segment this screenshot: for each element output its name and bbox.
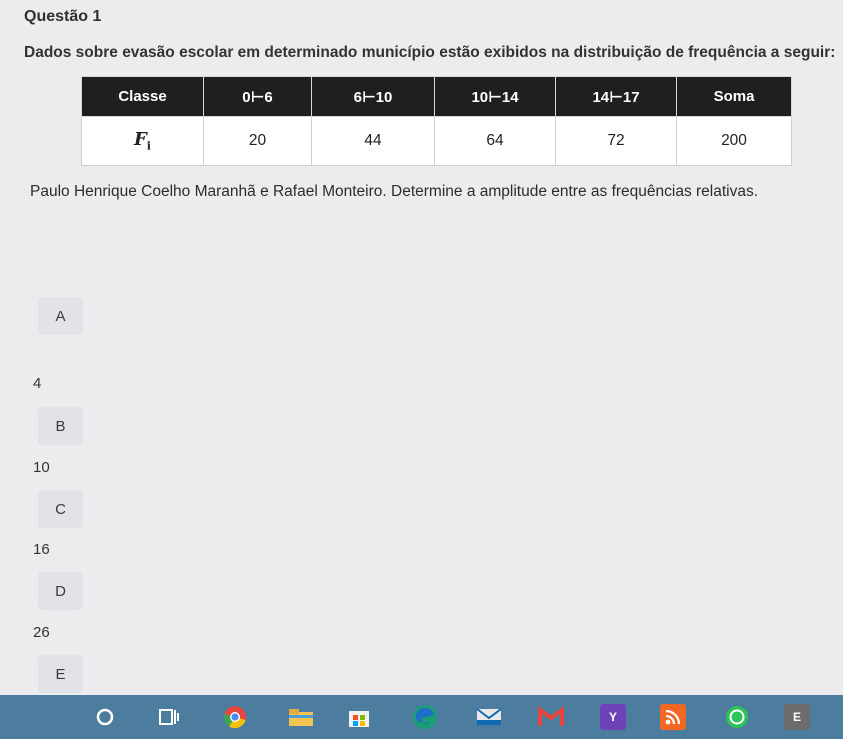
- mail-icon[interactable]: [476, 704, 502, 730]
- fi-label: Fi: [134, 129, 151, 153]
- row-label-cell: Fi: [81, 116, 204, 166]
- option-c-text[interactable]: 16: [33, 541, 50, 558]
- yahoo-icon[interactable]: Y: [600, 704, 626, 730]
- option-a-button[interactable]: A: [38, 297, 83, 335]
- taskbar: Y E: [0, 695, 843, 739]
- store-icon[interactable]: [346, 704, 372, 730]
- chrome-icon[interactable]: [222, 704, 248, 730]
- rss-icon[interactable]: [660, 704, 686, 730]
- table-cell: 64: [434, 116, 556, 166]
- cortana-icon[interactable]: [92, 704, 118, 730]
- table-cell: 72: [555, 116, 677, 166]
- header-cell: 10⊢14: [434, 76, 556, 117]
- table-cell: 200: [676, 116, 792, 166]
- question-title: Questão 1: [24, 8, 102, 25]
- question-intro: Dados sobre evasão escolar em determinad…: [24, 44, 836, 61]
- whatsapp-icon[interactable]: [724, 704, 750, 730]
- option-c-button[interactable]: C: [38, 490, 83, 528]
- gmail-icon[interactable]: [538, 704, 564, 730]
- header-cell: Soma: [676, 76, 792, 117]
- option-d-button[interactable]: D: [38, 572, 83, 610]
- question-page: Questão 1 Dados sobre evasão escolar em …: [0, 0, 843, 695]
- header-cell: 14⊢17: [555, 76, 677, 117]
- frequency-table: Classe 0⊢6 6⊢10 10⊢14 14⊢17 Soma Fi 20 4…: [81, 76, 792, 166]
- header-cell: 0⊢6: [203, 76, 312, 117]
- question-text: Paulo Henrique Coelho Maranhã e Rafael M…: [30, 183, 759, 200]
- table-row: Fi 20 44 64 72 200: [81, 116, 792, 166]
- option-b-text[interactable]: 10: [33, 459, 50, 476]
- e-app-icon[interactable]: E: [784, 704, 810, 730]
- task-view-icon[interactable]: [156, 704, 182, 730]
- table-cell: 44: [311, 116, 435, 166]
- header-cell: 6⊢10: [311, 76, 435, 117]
- edge-icon[interactable]: [412, 704, 438, 730]
- option-a-text[interactable]: 4: [33, 375, 41, 392]
- header-cell: Classe: [81, 76, 204, 117]
- table-header-row: Classe 0⊢6 6⊢10 10⊢14 14⊢17 Soma: [81, 76, 792, 117]
- option-e-button[interactable]: E: [38, 655, 83, 693]
- option-b-button[interactable]: B: [38, 407, 83, 445]
- option-d-text[interactable]: 26: [33, 624, 50, 641]
- file-explorer-icon[interactable]: [288, 704, 314, 730]
- table-cell: 20: [203, 116, 312, 166]
